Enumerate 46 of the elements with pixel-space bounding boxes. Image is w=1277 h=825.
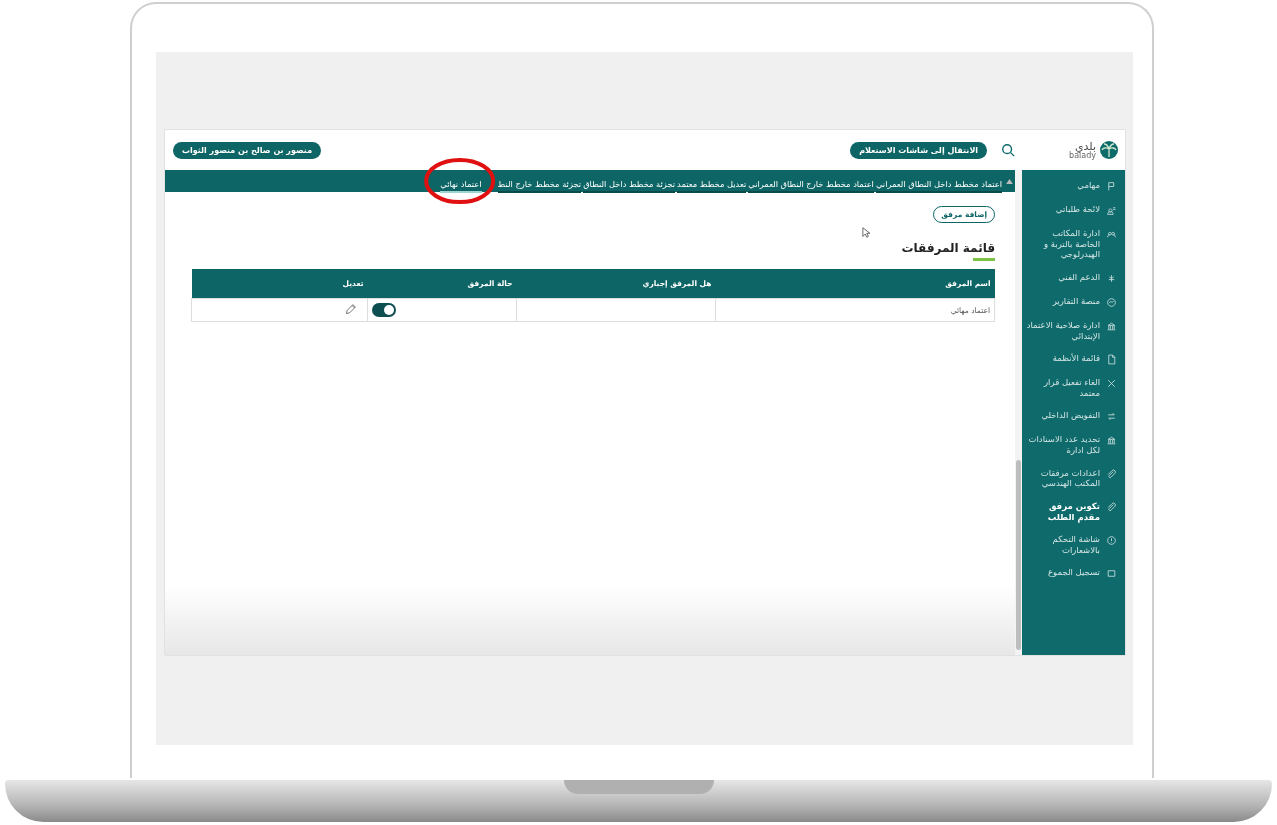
sidebar-item[interactable]: تسجيل الجموع	[1022, 561, 1125, 586]
mouse-cursor-icon	[862, 227, 870, 238]
sidebar-item[interactable]: اعدادات مرفقات المكتب الهندسي	[1022, 461, 1125, 495]
inquiry-screens-button[interactable]: الانتقال إلى شاشات الاستعلام	[850, 141, 988, 159]
scroll-up-icon[interactable]	[1006, 178, 1013, 184]
sidebar-item[interactable]: مهامي	[1022, 174, 1125, 198]
user-name-button[interactable]: منصور بن صالح بن منصور الثواب	[173, 141, 322, 159]
logo-subtitle: balady	[1069, 151, 1096, 160]
highlight-circle	[424, 156, 496, 205]
tab[interactable]: تعديل مخطط معتمد	[677, 175, 747, 193]
sidebar-item[interactable]: الدعم الفني	[1022, 265, 1125, 290]
menu-item-icon	[1106, 435, 1117, 447]
menu-item-icon	[1106, 568, 1117, 580]
menu-item-icon	[1106, 181, 1117, 192]
sidebar-item[interactable]: ادارة صلاحية الاعتماد الإبتدائي	[1022, 313, 1125, 348]
palm-logo-icon	[1099, 140, 1119, 160]
sidebar-item[interactable]: لائحة طلباتي	[1022, 198, 1125, 222]
status-toggle[interactable]	[372, 303, 396, 317]
sidebar-item[interactable]: ادارة المكاتب الخاصة بالتربة و الهيدرلوجي	[1022, 222, 1125, 266]
menu-item-icon	[1106, 205, 1117, 216]
menu-item-icon	[1106, 468, 1117, 480]
sidebar-item[interactable]: تكوين مرفق مقدم الطلب	[1022, 494, 1125, 529]
menu-item-icon	[1106, 411, 1117, 423]
menu-item-icon	[1106, 535, 1117, 547]
menu-item-icon	[1106, 296, 1117, 308]
logo-wordmark: بلدي	[1074, 140, 1096, 152]
scrollbar[interactable]	[1015, 170, 1022, 655]
tab[interactable]: اعتماد مخطط خارج النطاق العمراني	[748, 175, 874, 193]
menu-item-icon	[1106, 378, 1117, 390]
tab[interactable]: تجزئة مخطط خارج النط	[497, 175, 582, 193]
sidebar-item[interactable]: الغاء تفعيل قرار معتمد	[1022, 371, 1125, 405]
sidebar-item[interactable]: منصة التقارير	[1022, 289, 1125, 314]
tab[interactable]: اعتماد مخطط داخل النطاق العمراني	[875, 175, 1002, 193]
search-icon[interactable]	[1001, 143, 1016, 157]
edit-pencil-icon[interactable]	[344, 302, 357, 316]
menu-item-icon	[1106, 320, 1117, 332]
menu-item-icon	[1106, 354, 1117, 366]
menu-item-icon	[1106, 272, 1117, 284]
menu-item-icon	[1106, 501, 1117, 513]
menu-item-icon	[1106, 229, 1117, 240]
sidebar-item[interactable]: شاشة التحكم بالاشعارات	[1022, 528, 1125, 562]
sidebar-item[interactable]: قائمة الأنظمة	[1022, 347, 1125, 372]
tab[interactable]: تجزئة مخطط داخل النطاق	[583, 175, 676, 193]
sidebar-item[interactable]: التفويض الداخلي	[1022, 404, 1125, 429]
section-title: قائمة المرفقات	[900, 241, 995, 255]
sidebar-item[interactable]: تحديد عدد الاسنادات لكل ادارة	[1022, 428, 1125, 462]
